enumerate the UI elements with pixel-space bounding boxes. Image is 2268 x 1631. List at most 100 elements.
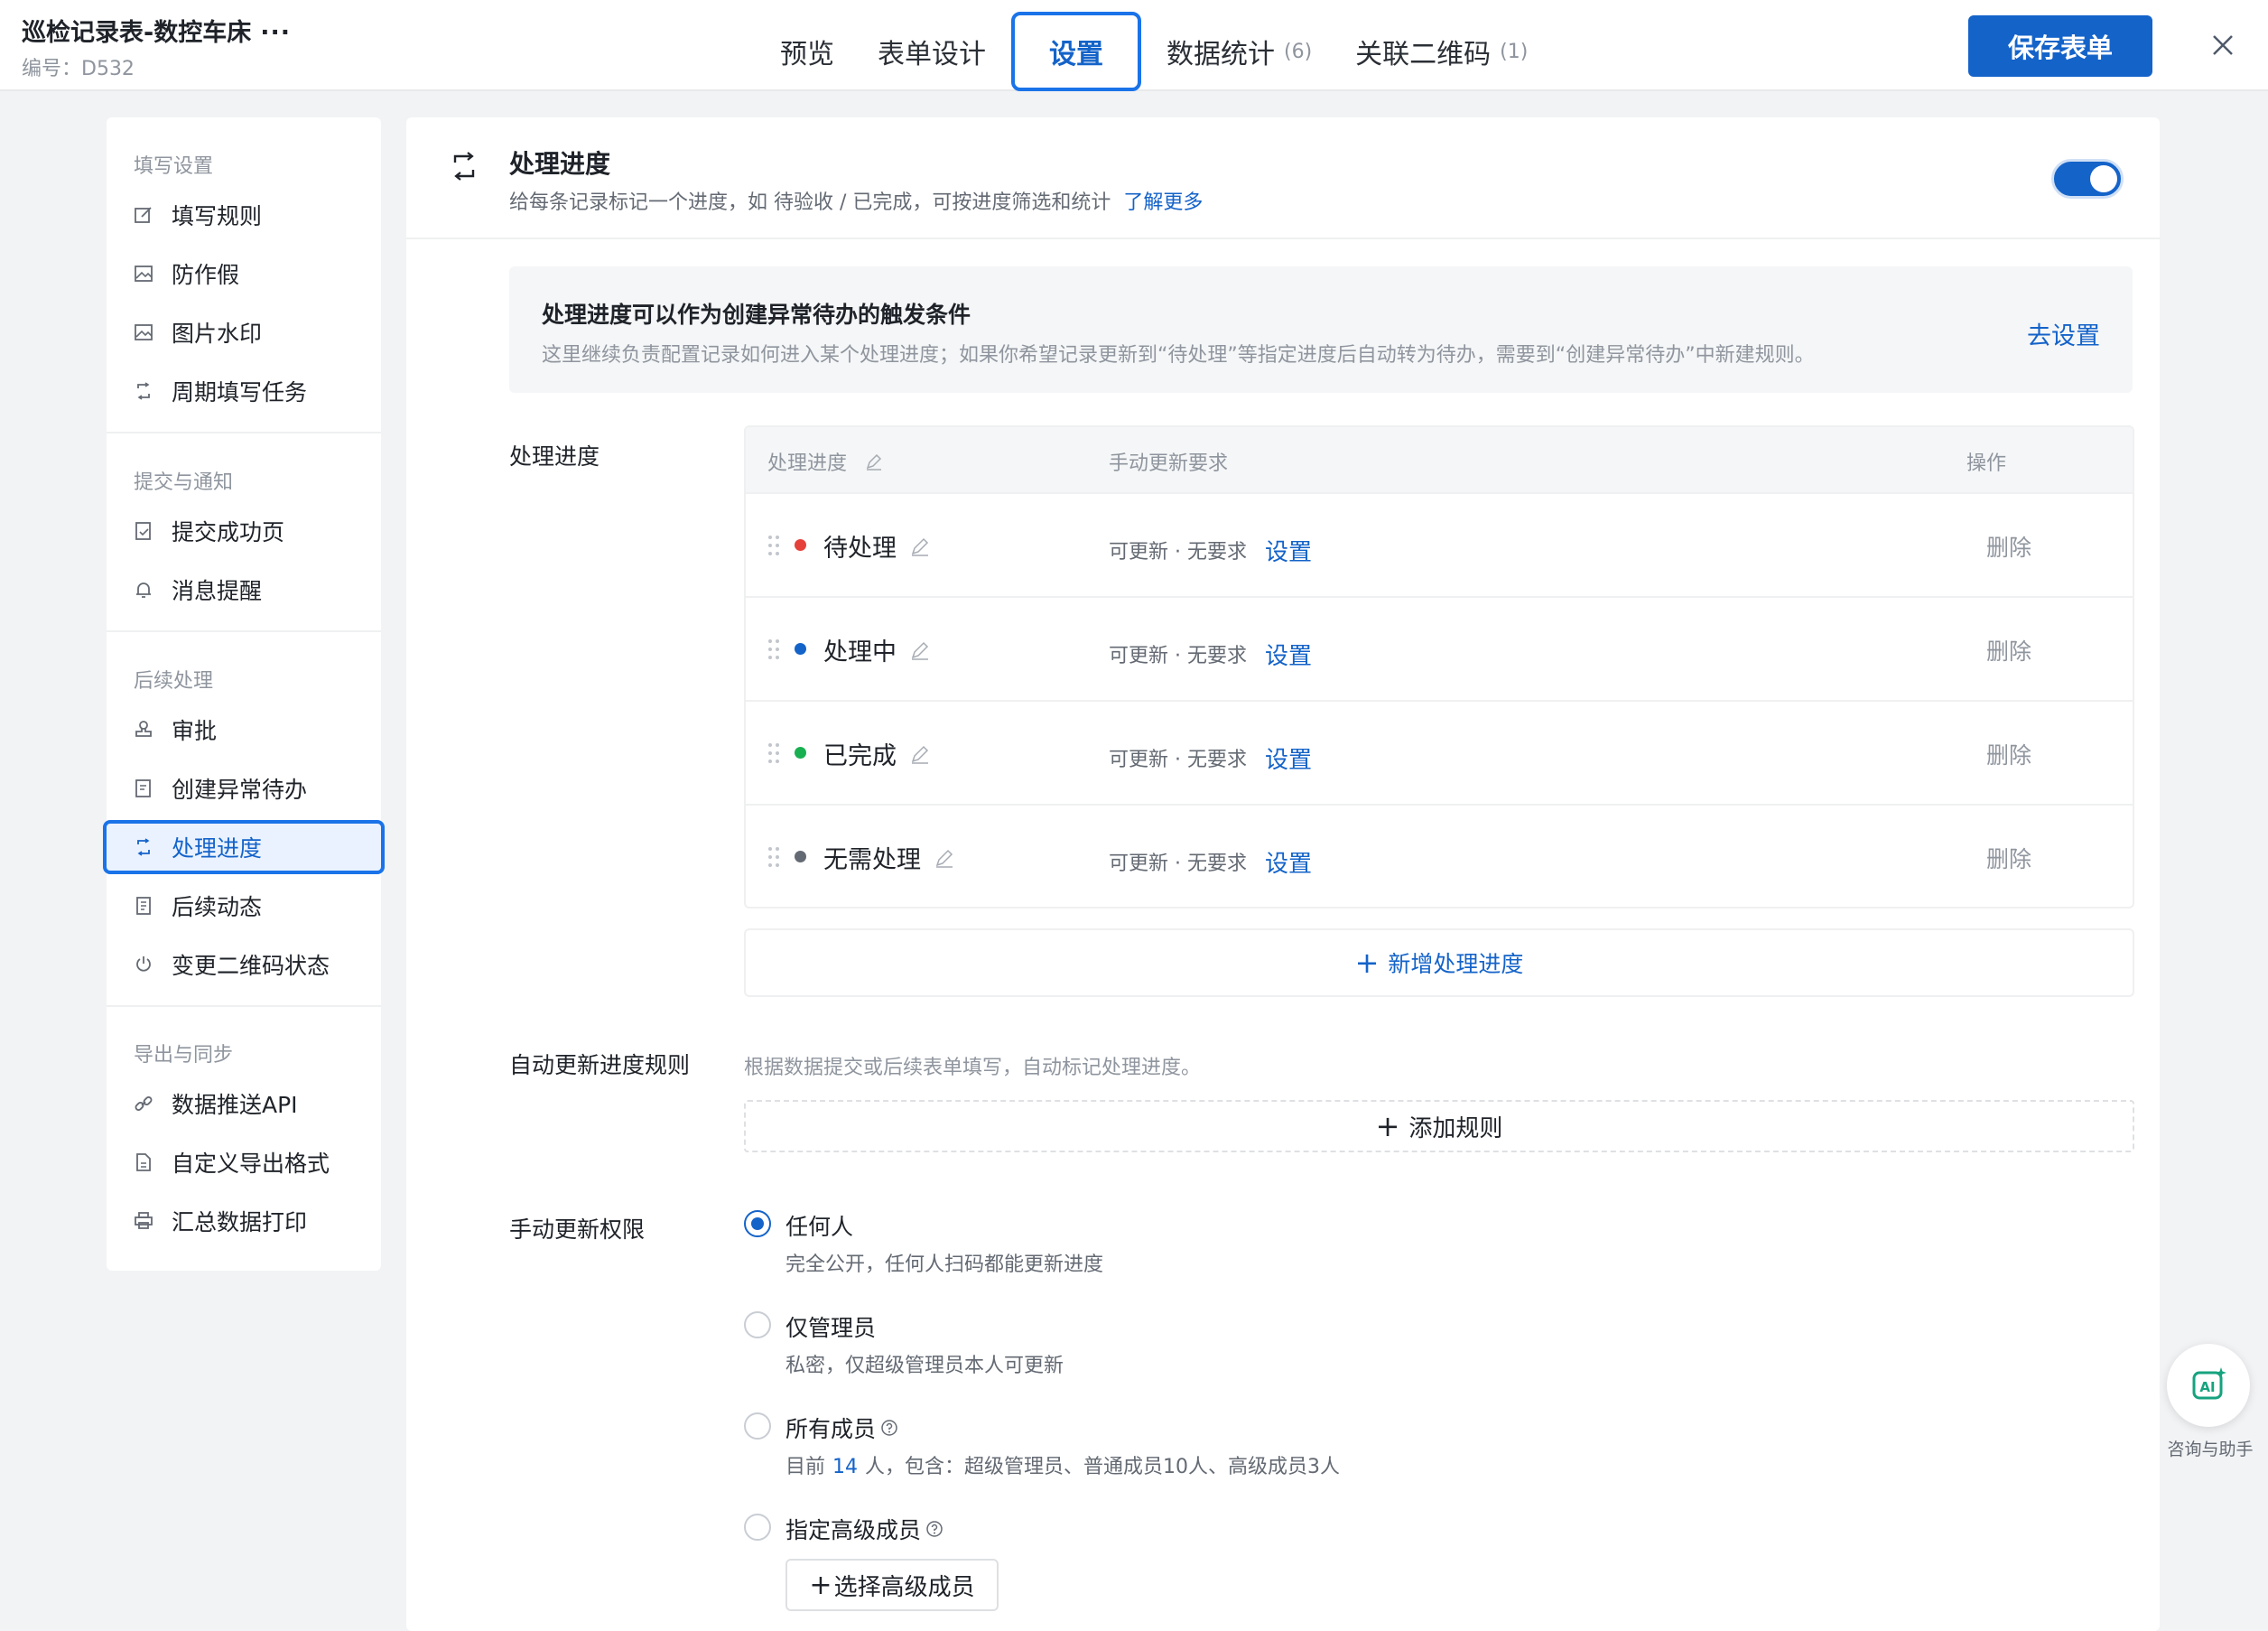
- cycle-icon: [134, 381, 153, 401]
- doc-list-icon: [134, 896, 153, 916]
- sidebar-item-print[interactable]: 汇总数据打印: [107, 1194, 381, 1248]
- radio-admin-only[interactable]: [744, 1311, 771, 1338]
- group-title: 提交与通知: [134, 471, 234, 494]
- tab-label: 关联二维码: [1355, 39, 1492, 70]
- drag-handle-icon[interactable]: [767, 845, 780, 869]
- close-icon[interactable]: [2203, 25, 2243, 65]
- option-desc: 完全公开，任何人扫码都能更新进度: [785, 1254, 1104, 1276]
- plus-icon: +: [1375, 1109, 1400, 1143]
- auto-rule-label: 自动更新进度规则: [509, 1052, 691, 1078]
- tab-count: (6): [1284, 40, 1313, 63]
- status-dot: [795, 643, 806, 655]
- update-requirement: 可更新 · 无要求 设置: [1109, 843, 1312, 878]
- table-row: 处理中 可更新 · 无要求 设置 删除: [746, 596, 2133, 700]
- top-bar: 巡检记录表-数控车床 ··· 编号：D532 预览 表单设计 设置 数据统计 (6)…: [0, 0, 2268, 91]
- sidebar-item-push-api[interactable]: 数据推送API: [107, 1076, 381, 1131]
- sidebar-item-notification[interactable]: 消息提醒: [107, 563, 381, 617]
- group-title: 后续处理: [134, 670, 214, 693]
- radio-all-members[interactable]: [744, 1412, 771, 1440]
- sidebar-item-anti-fake[interactable]: 防作假: [107, 247, 381, 301]
- plus-icon: +: [809, 1569, 832, 1601]
- sidebar-item-periodic-task[interactable]: 周期填写任务: [107, 364, 381, 418]
- pencil-icon[interactable]: [909, 743, 931, 765]
- save-form-button[interactable]: 保存表单: [1968, 15, 2152, 77]
- tab-data-stats[interactable]: 数据统计 (6): [1145, 13, 1334, 90]
- update-requirement: 可更新 · 无要求 设置: [1109, 740, 1312, 774]
- tab-form-design[interactable]: 表单设计: [856, 13, 1008, 90]
- set-link[interactable]: 设置: [1265, 643, 1312, 670]
- sidebar-item-label: 变更二维码状态: [172, 953, 330, 979]
- header-text: 处理进度: [767, 452, 848, 475]
- progress-enable-toggle[interactable]: [2051, 159, 2124, 199]
- ai-assistant-button[interactable]: AI: [2167, 1344, 2250, 1427]
- delete-button[interactable]: 删除: [1986, 738, 2031, 770]
- sidebar-item-approval[interactable]: 审批: [107, 703, 381, 757]
- printer-icon: [134, 1211, 153, 1231]
- cycle-icon: [134, 837, 153, 857]
- option-label-text: 指定高级成员: [785, 1517, 922, 1543]
- file-icon: [134, 1152, 153, 1172]
- delete-button[interactable]: 删除: [1986, 634, 2031, 666]
- more-menu-button[interactable]: ···: [260, 19, 291, 47]
- set-link[interactable]: 设置: [1265, 851, 1312, 878]
- divider: [406, 238, 2160, 239]
- sidebar-item-submit-page[interactable]: 提交成功页: [107, 504, 381, 558]
- progress-name: 处理中: [823, 632, 931, 667]
- drag-handle-icon[interactable]: [767, 638, 780, 661]
- set-link[interactable]: 设置: [1265, 747, 1312, 774]
- option-label: 任何人: [785, 1214, 854, 1240]
- sidebar-item-label: 数据推送API: [172, 1092, 298, 1118]
- power-icon: [134, 955, 153, 974]
- form-title: 巡检记录表-数控车床 ···: [22, 13, 291, 48]
- sidebar-item-qrcode-status[interactable]: 变更二维码状态: [107, 937, 381, 992]
- tab-label: 设置: [1049, 39, 1103, 70]
- member-count: 14: [832, 1456, 859, 1478]
- divider: [107, 432, 381, 433]
- update-requirement: 可更新 · 无要求 设置: [1109, 636, 1312, 670]
- help-icon[interactable]: [925, 1519, 944, 1539]
- tab-qrcode[interactable]: 关联二维码 (1): [1334, 13, 1549, 90]
- pencil-icon[interactable]: [934, 847, 955, 869]
- radio-anyone[interactable]: [744, 1210, 771, 1237]
- add-progress-button[interactable]: + 新增处理进度: [744, 928, 2134, 997]
- form-code: 编号：D532: [22, 58, 135, 80]
- pencil-icon[interactable]: [909, 639, 931, 661]
- ai-assistant-label: 咨询与助手: [2167, 1440, 2254, 1459]
- sidebar-item-progress[interactable]: 处理进度: [103, 820, 385, 874]
- progress-name: 待处理: [823, 528, 931, 564]
- image-icon: [134, 322, 153, 342]
- delete-button[interactable]: 删除: [1986, 842, 2031, 874]
- pencil-icon[interactable]: [909, 536, 931, 557]
- tab-label: 表单设计: [878, 39, 986, 70]
- sidebar-item-exception-todo[interactable]: 创建异常待办: [107, 761, 381, 816]
- pencil-icon[interactable]: [865, 452, 883, 471]
- learn-more-link[interactable]: 了解更多: [1123, 191, 1203, 214]
- help-icon[interactable]: [879, 1418, 899, 1438]
- radio-specific-senior[interactable]: [744, 1514, 771, 1541]
- drag-handle-icon[interactable]: [767, 741, 780, 765]
- sidebar-item-label: 周期填写任务: [172, 379, 308, 405]
- sidebar-item-label: 消息提醒: [172, 578, 263, 604]
- section-desc: 给每条记录标记一个进度，如 待验收 / 已完成，可按进度筛选和统计 了解更多: [509, 186, 1203, 215]
- sidebar-item-fill-rules[interactable]: 填写规则: [107, 188, 381, 242]
- progress-table: 处理进度 手动更新要求 操作 待处理 可更新 · 无要求 设置 删除 处理中 可更…: [744, 425, 2134, 909]
- sidebar-item-follow-up[interactable]: 后续动态: [107, 879, 381, 933]
- delete-button[interactable]: 删除: [1986, 530, 2031, 563]
- progress-field-label: 处理进度: [509, 443, 600, 470]
- toggle-knob: [2090, 165, 2117, 192]
- sidebar-item-watermark[interactable]: 图片水印: [107, 305, 381, 359]
- doc-edit-icon: [134, 778, 153, 798]
- auto-rule-desc: 根据数据提交或后续表单填写，自动标记处理进度。: [744, 1057, 1202, 1079]
- header-action: 操作: [1966, 452, 2007, 475]
- set-link[interactable]: 设置: [1265, 539, 1312, 566]
- tab-settings[interactable]: 设置: [1011, 12, 1141, 91]
- tab-preview[interactable]: 预览: [758, 13, 856, 90]
- drag-handle-icon[interactable]: [767, 534, 780, 557]
- option-label: 仅管理员: [785, 1315, 877, 1341]
- select-senior-members-button[interactable]: + 选择高级成员: [785, 1559, 999, 1611]
- add-rule-button[interactable]: + 添加规则: [744, 1100, 2134, 1152]
- status-dot: [795, 747, 806, 759]
- sidebar-item-export-format[interactable]: 自定义导出格式: [107, 1135, 381, 1189]
- go-settings-link[interactable]: 去设置: [2027, 316, 2100, 351]
- desc-text: 目前: [785, 1456, 826, 1478]
